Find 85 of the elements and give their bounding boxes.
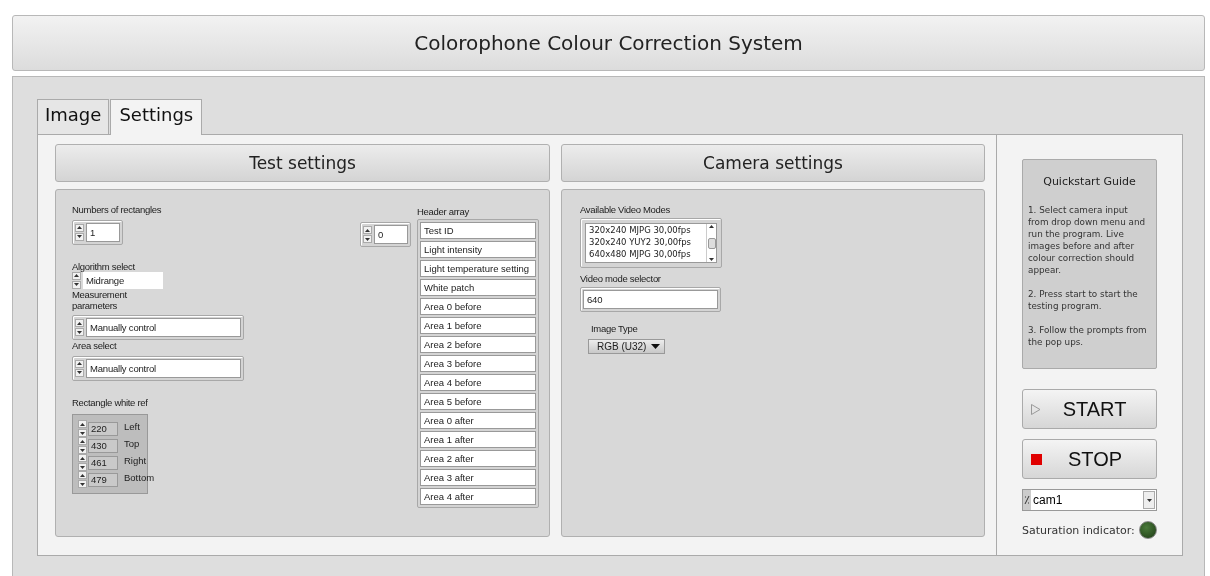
decrement-icon[interactable] [77,235,82,238]
array-item[interactable]: Area 4 after [420,488,536,505]
array-item[interactable]: Area 3 after [420,469,536,486]
increment-icon[interactable] [74,274,79,277]
array-item[interactable]: Area 1 after [420,431,536,448]
list-item[interactable]: 320x240 YUY2 30,00fps [589,236,703,248]
numeric-field[interactable]: 479 [88,472,118,487]
array-item[interactable]: Light temperature setting [420,260,536,277]
guide-step: 2. Press start to start the testing program. [1028,288,1151,312]
field-label: Available Video Modes [580,204,671,215]
decrement-icon[interactable] [80,431,85,435]
start-button[interactable]: START [1022,389,1157,429]
increment-icon[interactable] [80,473,85,477]
camera-select[interactable]: cam1 [1022,489,1157,511]
field-label: Left [124,420,141,434]
increment-icon[interactable] [77,226,82,229]
stop-button[interactable]: STOP [1022,439,1157,479]
field-label: Rectangle white ref [72,396,149,408]
field-label: Algorithm select [72,260,136,272]
dropdown-icon[interactable] [1146,498,1152,502]
decrement-icon[interactable] [77,330,82,334]
ring-field[interactable]: Manually control [86,318,241,337]
field-label: Numbers of rectangles [72,204,163,215]
numeric-field[interactable]: 220 [88,421,118,436]
video-mode-list[interactable]: 320x240 MJPG 30,00fps 320x240 YUY2 30,00fps 640x480 MJPG 30,00fps [585,223,717,263]
increment-icon[interactable] [80,422,85,426]
field-label: Top [124,437,141,451]
ring-field[interactable]: Manually control [86,358,241,378]
field-label: Video mode selector [580,273,662,284]
ring-field[interactable]: Midrange [83,271,163,289]
field-label: Image Type [591,323,639,334]
numeric-field[interactable]: 461 [88,455,118,470]
scroll-down-icon[interactable] [709,258,714,261]
decrement-icon[interactable] [80,448,85,452]
array-item[interactable]: White patch [420,279,536,296]
numeric-field[interactable]: 430 [88,438,118,453]
numeric-control[interactable]: 1 [72,219,123,245]
guide-step: 1. Select camera input from drop down menu and run the program. Live images before and after colour correction should appear. [1028,204,1151,276]
array-item[interactable]: Area 5 before [420,393,536,410]
increment-icon[interactable] [80,439,85,443]
section-header: Test settings [55,144,550,182]
numeric-field[interactable]: 0 [374,225,408,244]
numeric-field[interactable]: 1 [86,222,120,242]
array-item[interactable]: Test ID [420,222,536,239]
array-item[interactable]: Area 0 before [420,298,536,315]
dropdown-icon[interactable] [651,344,661,349]
field-label: Header array [417,206,470,217]
field-label: Right [124,454,148,468]
io-name-icon [1024,495,1030,505]
decrement-icon[interactable] [74,283,79,286]
window-title: Colorophone Colour Correction System [414,31,803,55]
decrement-icon[interactable] [80,465,85,469]
indicator-label: Saturation indicator: [1022,523,1135,537]
array-item[interactable]: Area 1 before [420,317,536,334]
tab[interactable]: Image [37,99,110,134]
field-label: Measurement parameters [72,288,128,311]
ring-control[interactable]: Manually control [72,315,244,340]
increment-icon[interactable] [77,362,82,365]
increment-icon[interactable] [80,456,85,460]
guide-title: Quickstart Guide [1042,176,1137,188]
decrement-icon[interactable] [365,237,370,241]
field-label: Bottom [124,471,155,485]
array-item[interactable]: Area 3 before [420,355,536,372]
tab[interactable]: Settings [110,99,203,135]
array-item[interactable]: Area 2 before [420,336,536,353]
index-control[interactable]: 0 [360,222,411,247]
guide-step: 3. Follow the prompts from the pop ups. [1028,324,1151,348]
field-label: Area select [72,340,118,351]
section-header: Camera settings [561,144,985,182]
array-item[interactable]: Area 2 after [420,450,536,467]
list-item[interactable]: 320x240 MJPG 30,00fps [589,224,703,236]
array-item[interactable]: Area 0 after [420,412,536,429]
decrement-icon[interactable] [77,371,82,374]
dropdown[interactable]: RGB (U32) [588,339,666,354]
play-icon [1031,403,1041,415]
ring-control[interactable]: Manually control [72,355,244,381]
array-item[interactable]: Area 4 before [420,374,536,391]
scroll-up-icon[interactable] [709,225,714,228]
increment-icon[interactable] [77,321,82,325]
increment-icon[interactable] [365,228,370,232]
list-item[interactable]: 640x480 MJPG 30,00fps [589,248,703,260]
scrollbar[interactable] [706,224,716,262]
array-item[interactable]: Light intensity [420,241,536,258]
stop-icon [1031,453,1042,465]
decrement-icon[interactable] [80,482,85,486]
